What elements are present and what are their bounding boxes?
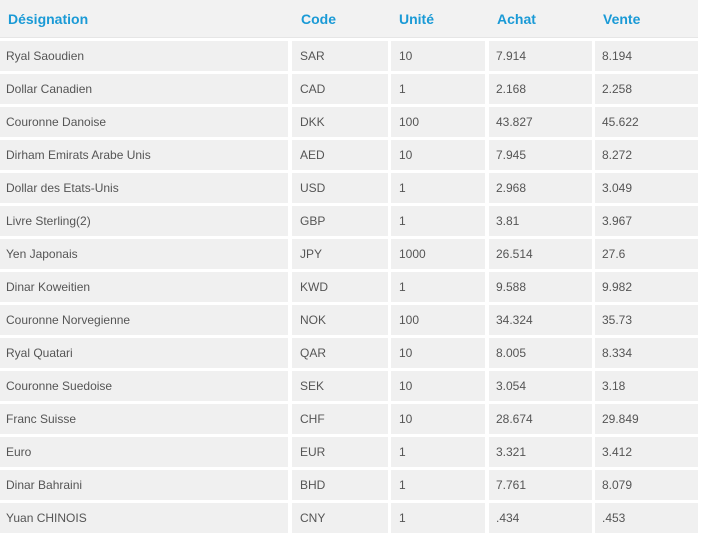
header-achat[interactable]: Achat [497,11,536,27]
cell-code: JPY [292,239,388,269]
cell-vente: 3.049 [595,173,698,203]
table-row: Dinar Bahraini BHD 1 7.761 8.079 [0,470,701,500]
cell-vente: 2.258 [595,74,698,104]
cell-designation: Yuan CHINOIS [0,503,288,533]
header-designation[interactable]: Désignation [8,11,88,27]
cell-vente: 8.334 [595,338,698,368]
cell-designation: Ryal Saoudien [0,41,288,71]
cell-code: GBP [292,206,388,236]
table-row: Dirham Emirats Arabe Unis AED 10 7.945 8.272 [0,140,701,170]
exchange-rate-table: Désignation Code Unité Achat Vente Ryal … [0,0,701,534]
table-header: Désignation Code Unité Achat Vente [0,0,698,38]
cell-unite: 100 [391,107,485,137]
cell-unite: 1000 [391,239,485,269]
cell-vente: 45.622 [595,107,698,137]
cell-unite: 1 [391,470,485,500]
cell-unite: 1 [391,437,485,467]
cell-designation: Franc Suisse [0,404,288,434]
cell-achat: 2.168 [489,74,592,104]
cell-unite: 10 [391,41,485,71]
table-row: Franc Suisse CHF 10 28.674 29.849 [0,404,701,434]
cell-code: DKK [292,107,388,137]
cell-vente: 35.73 [595,305,698,335]
cell-unite: 10 [391,404,485,434]
cell-achat: .434 [489,503,592,533]
cell-achat: 9.588 [489,272,592,302]
cell-achat: 28.674 [489,404,592,434]
cell-designation: Yen Japonais [0,239,288,269]
cell-unite: 10 [391,371,485,401]
table-row: Couronne Norvegienne NOK 100 34.324 35.73 [0,305,701,335]
cell-vente: 3.967 [595,206,698,236]
table-row: Euro EUR 1 3.321 3.412 [0,437,701,467]
cell-designation: Dollar Canadien [0,74,288,104]
cell-code: QAR [292,338,388,368]
cell-code: AED [292,140,388,170]
table-row: Dollar des Etats-Unis USD 1 2.968 3.049 [0,173,701,203]
cell-achat: 3.81 [489,206,592,236]
cell-vente: 27.6 [595,239,698,269]
header-unite[interactable]: Unité [399,11,434,27]
table-row: Couronne Suedoise SEK 10 3.054 3.18 [0,371,701,401]
cell-unite: 10 [391,140,485,170]
cell-achat: 2.968 [489,173,592,203]
cell-vente: 3.412 [595,437,698,467]
cell-designation: Ryal Quatari [0,338,288,368]
cell-vente: 9.982 [595,272,698,302]
cell-designation: Euro [0,437,288,467]
cell-unite: 100 [391,305,485,335]
cell-achat: 8.005 [489,338,592,368]
cell-achat: 26.514 [489,239,592,269]
cell-unite: 1 [391,503,485,533]
cell-designation: Dinar Koweitien [0,272,288,302]
cell-achat: 7.914 [489,41,592,71]
cell-achat: 3.321 [489,437,592,467]
cell-achat: 7.945 [489,140,592,170]
cell-designation: Couronne Suedoise [0,371,288,401]
table-row: Dollar Canadien CAD 1 2.168 2.258 [0,74,701,104]
table-row: Dinar Koweitien KWD 1 9.588 9.982 [0,272,701,302]
cell-vente: 29.849 [595,404,698,434]
cell-code: KWD [292,272,388,302]
table-row: Yen Japonais JPY 1000 26.514 27.6 [0,239,701,269]
cell-code: NOK [292,305,388,335]
table-row: Ryal Quatari QAR 10 8.005 8.334 [0,338,701,368]
header-code[interactable]: Code [301,11,336,27]
cell-unite: 10 [391,338,485,368]
table-row: Couronne Danoise DKK 100 43.827 45.622 [0,107,701,137]
cell-code: CNY [292,503,388,533]
cell-vente: 3.18 [595,371,698,401]
cell-designation: Couronne Norvegienne [0,305,288,335]
cell-vente: 8.272 [595,140,698,170]
cell-unite: 1 [391,173,485,203]
cell-vente: 8.194 [595,41,698,71]
cell-code: BHD [292,470,388,500]
cell-vente: .453 [595,503,698,533]
cell-designation: Livre Sterling(2) [0,206,288,236]
cell-code: CAD [292,74,388,104]
cell-unite: 1 [391,272,485,302]
cell-code: EUR [292,437,388,467]
cell-designation: Dirham Emirats Arabe Unis [0,140,288,170]
cell-achat: 43.827 [489,107,592,137]
table-row: Ryal Saoudien SAR 10 7.914 8.194 [0,41,701,71]
header-vente[interactable]: Vente [603,11,640,27]
cell-achat: 7.761 [489,470,592,500]
table-row: Livre Sterling(2) GBP 1 3.81 3.967 [0,206,701,236]
cell-code: USD [292,173,388,203]
cell-designation: Dinar Bahraini [0,470,288,500]
cell-designation: Couronne Danoise [0,107,288,137]
cell-achat: 3.054 [489,371,592,401]
cell-code: SEK [292,371,388,401]
cell-code: SAR [292,41,388,71]
cell-unite: 1 [391,74,485,104]
cell-achat: 34.324 [489,305,592,335]
cell-designation: Dollar des Etats-Unis [0,173,288,203]
cell-unite: 1 [391,206,485,236]
table-row: Yuan CHINOIS CNY 1.434.453 [0,503,701,533]
cell-code: CHF [292,404,388,434]
cell-vente: 8.079 [595,470,698,500]
